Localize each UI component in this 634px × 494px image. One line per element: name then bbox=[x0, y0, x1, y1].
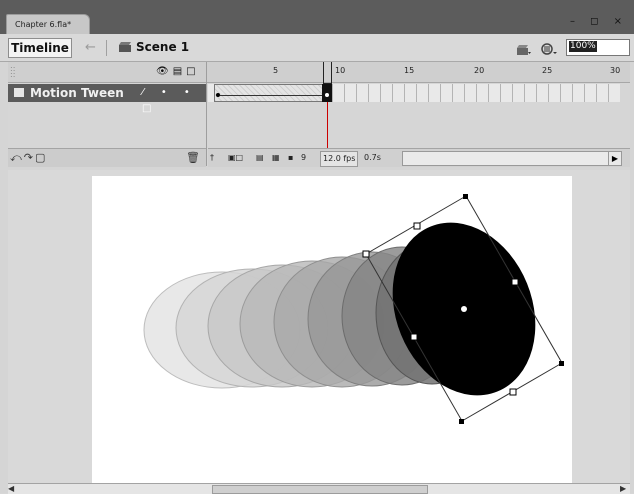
start-keyframe[interactable] bbox=[216, 93, 220, 97]
zoom-input[interactable]: 100% bbox=[566, 39, 630, 56]
add-layer-icons[interactable]: ⤺↷▢ bbox=[10, 151, 47, 165]
playhead[interactable] bbox=[323, 62, 332, 84]
keyframe-dot bbox=[325, 93, 329, 97]
modify-onion-markers-icon[interactable]: ▪ bbox=[288, 151, 293, 165]
layer-pencil-dot-controls[interactable]: ⁄ • • □ bbox=[142, 85, 206, 117]
timeline-button[interactable]: Timeline bbox=[8, 38, 72, 58]
onion-skin-icon[interactable]: ▣□ bbox=[228, 151, 243, 165]
ruler-tick: 5 bbox=[273, 66, 279, 75]
handle-bottom-right[interactable] bbox=[509, 388, 517, 396]
ruler-tick: 25 bbox=[542, 66, 553, 75]
center-frame-icon[interactable]: † bbox=[210, 151, 214, 165]
zoom-value: 100% bbox=[569, 41, 597, 52]
scroll-right-arrow[interactable]: ▶ bbox=[608, 152, 621, 165]
handle-left[interactable] bbox=[410, 333, 418, 341]
stage-canvas[interactable] bbox=[92, 176, 572, 483]
ruler-tick: 15 bbox=[404, 66, 415, 75]
layer-visibility-lock-outline-icons[interactable]: 👁▤□ bbox=[156, 66, 200, 77]
back-arrow-icon[interactable]: ← bbox=[85, 40, 96, 55]
frame-area: 5 10 15 20 25 30 † ▣□ ▤ ▦ ▪ 9 12.0 fps 0… bbox=[208, 62, 630, 167]
frame-rate: 12.0 fps bbox=[320, 151, 359, 167]
scroll-left-arrow[interactable]: ◀ bbox=[8, 484, 18, 493]
playhead-line bbox=[327, 102, 328, 148]
window-controls[interactable]: – ◻ × bbox=[570, 16, 628, 27]
app-window: Chapter 6.fla* – ◻ × Timeline ← Scene 1 … bbox=[0, 0, 634, 494]
current-frame: 9 bbox=[301, 153, 307, 162]
handle-top-left[interactable] bbox=[413, 222, 421, 230]
tween-arrow bbox=[220, 95, 322, 96]
handle-right[interactable] bbox=[511, 278, 519, 286]
handle-top-left-corner[interactable] bbox=[362, 250, 370, 258]
layer-footer: ⤺↷▢ 🗑 bbox=[8, 148, 206, 167]
edit-scene-icon[interactable] bbox=[516, 42, 532, 56]
document-tab[interactable]: Chapter 6.fla* bbox=[6, 14, 91, 35]
scene-clapboard-icon bbox=[119, 42, 131, 52]
layer-icon bbox=[14, 88, 24, 97]
timeline-footer: † ▣□ ▤ ▦ ▪ 9 12.0 fps 0.7s ▶ bbox=[208, 148, 630, 167]
elapsed-time: 0.7s bbox=[364, 153, 381, 162]
trash-icon[interactable]: 🗑 bbox=[186, 151, 200, 164]
ruler-tick: 10 bbox=[335, 66, 346, 75]
rotate-handle-bottom[interactable] bbox=[459, 419, 464, 424]
rotate-handle-right[interactable] bbox=[559, 361, 564, 366]
layer-row-motion-tween[interactable]: Motion Tween ⁄ • • □ bbox=[8, 84, 206, 114]
onion-outline-icon[interactable]: ▤ bbox=[256, 151, 264, 165]
edit-symbol-icon[interactable] bbox=[540, 42, 558, 56]
layer-column: :::: 👁▤□ Motion Tween ⁄ • • □ ⤺↷▢ 🗑 bbox=[8, 62, 207, 167]
ruler-tick: 30 bbox=[610, 66, 621, 75]
layer-name: Motion Tween bbox=[30, 86, 124, 100]
divider bbox=[106, 40, 107, 56]
timeline-scrollbar[interactable]: ▶ bbox=[402, 151, 622, 166]
stage[interactable] bbox=[92, 176, 572, 483]
edit-multiple-frames-icon[interactable]: ▦ bbox=[272, 151, 280, 165]
frame-grid bbox=[332, 84, 620, 102]
rotate-handle-top[interactable] bbox=[463, 194, 468, 199]
tween-span[interactable] bbox=[214, 84, 328, 102]
ruler-tick: 20 bbox=[474, 66, 485, 75]
scene-bar: Timeline ← Scene 1 100% bbox=[0, 34, 634, 62]
document-tabstrip: Chapter 6.fla* – ◻ × bbox=[0, 0, 634, 35]
stage-horizontal-scrollbar[interactable]: ◀ ▶ bbox=[8, 483, 630, 494]
drag-grip-icon[interactable]: :::: bbox=[10, 65, 15, 79]
timeline-panel: :::: 👁▤□ Motion Tween ⁄ • • □ ⤺↷▢ 🗑 5 10… bbox=[8, 62, 630, 167]
scroll-right-arrow-bottom[interactable]: ▶ bbox=[620, 484, 630, 493]
scene-name: Scene 1 bbox=[136, 40, 190, 54]
transform-center-point[interactable] bbox=[461, 306, 467, 312]
